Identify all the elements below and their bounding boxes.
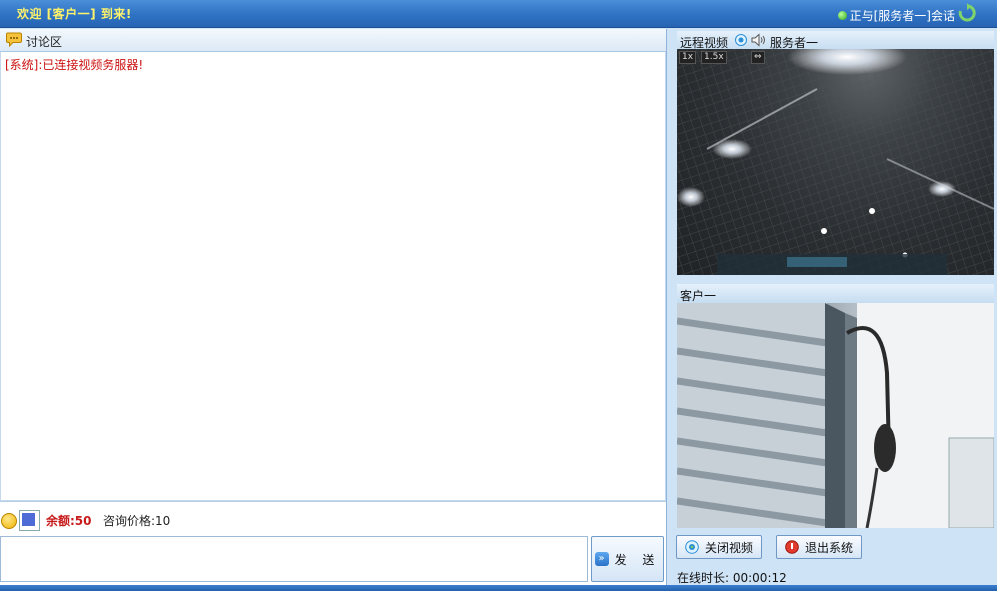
status-dot-icon xyxy=(837,11,847,20)
message-input[interactable] xyxy=(0,536,588,582)
remote-video-feed: 1x 1.5x ⇔ xyxy=(677,49,994,275)
chat-panel-header: 讨论区 xyxy=(0,29,666,52)
exit-system-label: 退出系统 xyxy=(805,540,854,555)
local-video-title: 客户一 xyxy=(680,289,717,303)
remote-video-image xyxy=(677,49,994,275)
online-time: 在线时长: 00:00:12 xyxy=(677,571,787,585)
fullscreen-icon[interactable]: ⇔ xyxy=(751,51,765,64)
bottom-bar xyxy=(0,585,997,591)
system-message: [系统]:已连接视频务服器! xyxy=(5,58,144,72)
message-list[interactable]: [系统]:已连接视频务服器! xyxy=(0,52,666,501)
exit-system-button[interactable]: 退出系统 xyxy=(776,535,863,559)
local-video-image xyxy=(677,303,994,528)
session-status: 正与[服务者一]会话 xyxy=(837,7,955,24)
close-video-button[interactable]: 关闭视频 xyxy=(676,535,763,559)
camera-icon xyxy=(685,540,699,554)
local-video-feed xyxy=(677,303,994,528)
chat-panel-title: 讨论区 xyxy=(26,35,63,49)
local-video-header: 客户一 xyxy=(677,284,994,304)
price-label: 咨询价格:10 xyxy=(103,514,171,528)
video-panel: 远程视频 服务者一 1x 1.5x ⇔ 客户一 关闭视频 退出系统 在线时长: … xyxy=(668,29,997,585)
chat-panel: 讨论区 [系统]:已连接视频务服器! 余额:50 咨询价格:10 » 发 送 xyxy=(0,29,667,585)
camera-icon[interactable] xyxy=(735,34,747,46)
zoom-1-5x-button[interactable]: 1.5x xyxy=(701,51,727,64)
title-bar: 欢迎 [客户一] 到来! 正与[服务者一]会话 xyxy=(0,0,997,28)
close-video-label: 关闭视频 xyxy=(705,540,754,555)
double-arrow-icon: » xyxy=(594,552,609,566)
power-icon xyxy=(785,540,799,554)
balance-label: 余额:50 xyxy=(46,514,92,528)
session-status-label: 正与[服务者一]会话 xyxy=(849,9,955,23)
font-color-swatch xyxy=(22,513,35,526)
chat-bubble-icon xyxy=(6,32,22,47)
chat-toolbar: 余额:50 咨询价格:10 xyxy=(0,501,666,536)
send-button-label: 发 送 xyxy=(614,552,661,567)
zoom-1x-button[interactable]: 1x xyxy=(679,51,697,64)
smile-icon[interactable] xyxy=(1,513,17,529)
speaker-icon[interactable] xyxy=(751,33,767,47)
refresh-icon[interactable] xyxy=(957,3,977,23)
remote-video-header: 远程视频 服务者一 xyxy=(677,31,994,51)
send-button[interactable]: » 发 送 xyxy=(591,536,664,582)
welcome-text: 欢迎 [客户一] 到来! xyxy=(17,7,132,21)
font-color-button[interactable] xyxy=(19,510,40,531)
